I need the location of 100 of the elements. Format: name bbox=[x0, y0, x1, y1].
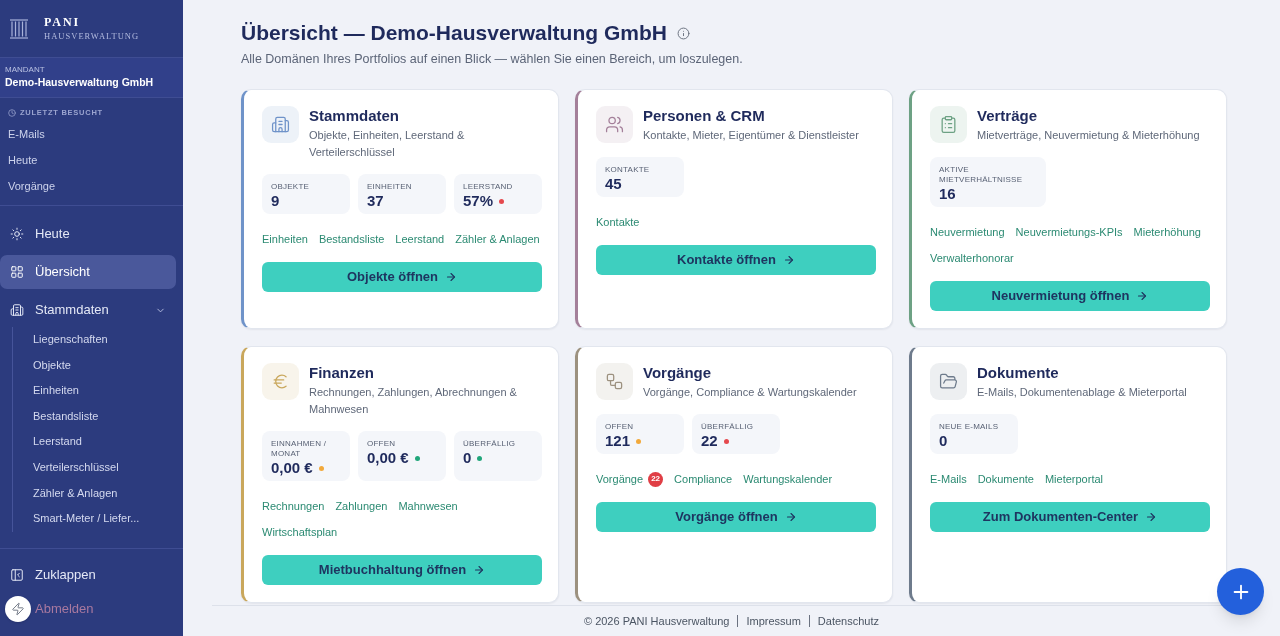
euro-icon bbox=[262, 363, 299, 400]
nav-item[interactable]: Stammdaten bbox=[0, 293, 176, 327]
users-icon bbox=[596, 106, 633, 143]
quick-link[interactable]: Leerstand bbox=[395, 226, 445, 252]
quick-link[interactable]: Wirtschaftsplan bbox=[262, 519, 338, 545]
nav-subitem[interactable]: Einheiten bbox=[23, 378, 89, 404]
open-button[interactable]: Mietbuchhaltung öffnen bbox=[262, 555, 542, 585]
stat-value: 0 bbox=[463, 449, 472, 467]
arrow-right-icon bbox=[1145, 511, 1158, 523]
open-button[interactable]: Kontakte öffnen bbox=[596, 245, 876, 275]
card-title: Vorgänge bbox=[643, 363, 713, 383]
open-button[interactable]: Objekte öffnen bbox=[262, 262, 542, 292]
info-icon[interactable] bbox=[676, 26, 690, 40]
logo-wordmark: PANI bbox=[44, 15, 82, 29]
quick-link[interactable]: Mahnwesen bbox=[398, 493, 458, 519]
arrow-right-icon bbox=[445, 271, 457, 283]
recent-link[interactable]: E-Mails bbox=[0, 121, 183, 147]
recent-link[interactable]: Vorgänge bbox=[0, 173, 183, 199]
quick-link[interactable]: Dokumente bbox=[977, 466, 1034, 492]
stat-label: LEERSTAND bbox=[463, 182, 514, 192]
nav-subitem[interactable]: Smart-Meter / Liefer... bbox=[23, 506, 150, 532]
nav-subitem[interactable]: Bestandsliste bbox=[23, 403, 109, 430]
quick-link[interactable]: Zähler & Anlagen bbox=[455, 226, 540, 252]
quick-link[interactable]: Bestandsliste bbox=[318, 226, 385, 252]
quick-link[interactable]: Wartungskalender bbox=[743, 466, 833, 492]
nav-subitem[interactable]: Liegenschaften bbox=[23, 327, 118, 353]
client-name: Demo-Hausverwaltung GmbH bbox=[5, 75, 155, 89]
clock-icon bbox=[8, 109, 16, 117]
building-icon bbox=[10, 303, 24, 317]
quick-link[interactable]: E-Mails bbox=[930, 466, 967, 492]
nav-subitem[interactable]: Leerstand bbox=[23, 429, 92, 455]
stat-label: OBJEKTE bbox=[271, 182, 311, 192]
quick-link[interactable]: Kontakte bbox=[596, 209, 640, 235]
quick-link[interactable]: Mieterportal bbox=[1044, 466, 1103, 492]
nav-subitem[interactable]: Zähler & Anlagen bbox=[23, 480, 128, 507]
card-description: Rechnungen, Zahlungen, Abrechnungen & Mahnwesen bbox=[309, 385, 518, 417]
stat-value: 0 bbox=[939, 432, 948, 450]
quick-link[interactable]: Verwalterhonorar bbox=[930, 245, 1014, 271]
stat-value: 0,00 € bbox=[367, 449, 409, 467]
card-title: Verträge bbox=[977, 106, 1039, 126]
quick-link[interactable]: Compliance bbox=[674, 466, 733, 492]
quick-link[interactable]: Zahlungen bbox=[335, 493, 388, 519]
card-description: Kontakte, Mieter, Eigentümer & Dienstleister bbox=[643, 128, 859, 143]
open-button[interactable]: Neuvermietung öffnen bbox=[930, 281, 1210, 311]
stat-label: EINNAHMEN / MONAT bbox=[271, 439, 328, 459]
quick-link[interactable]: Mieterhöhung bbox=[1133, 219, 1201, 245]
open-button[interactable]: Zum Dokumenten-Center bbox=[930, 502, 1210, 532]
stat-value: 37 bbox=[367, 192, 384, 210]
page-title: Übersicht — Demo-Hausverwaltung GmbH bbox=[241, 20, 667, 46]
collapse-button[interactable]: Zuklappen bbox=[0, 558, 183, 592]
client-label: MANDANT bbox=[5, 64, 46, 75]
logo-tagline: HAUSVERWALTUNG bbox=[44, 30, 140, 42]
folder-icon bbox=[930, 363, 967, 400]
quick-link[interactable]: Neuvermietung bbox=[930, 219, 1005, 245]
clipboard-icon bbox=[930, 106, 967, 143]
stat-value: 9 bbox=[271, 192, 280, 210]
stat-label: OFFEN bbox=[367, 439, 397, 449]
stat-value: 45 bbox=[605, 175, 622, 193]
stat-value: 22 bbox=[701, 432, 718, 450]
open-button[interactable]: Vorgänge öffnen bbox=[596, 502, 876, 532]
recent-link[interactable]: Heute bbox=[0, 147, 183, 173]
arrow-right-icon bbox=[784, 511, 797, 523]
stat-value: 16 bbox=[939, 185, 956, 203]
card-description: Vorgänge, Compliance & Wartungskalender bbox=[643, 385, 857, 400]
nav-subitem[interactable]: Verteilerschlüssel bbox=[23, 454, 129, 481]
collapse-sidebar-icon bbox=[10, 568, 24, 582]
stat-value: 0,00 € bbox=[271, 459, 313, 477]
stat-label: EINHEITEN bbox=[367, 182, 413, 192]
nav-subitem[interactable]: Objekte bbox=[23, 352, 81, 379]
card-title: Dokumente bbox=[977, 363, 1060, 383]
stat-label: OFFEN bbox=[605, 422, 635, 432]
page-subtitle: Alle Domänen Ihres Portfolios auf einen Blick — wählen Sie einen Bereich, um loszulegen. bbox=[241, 51, 744, 68]
quick-link[interactable]: Einheiten bbox=[262, 226, 308, 252]
card-description: Objekte, Einheiten, Leerstand & Verteilerschlüssel bbox=[309, 128, 466, 160]
nav-item[interactable]: Heute bbox=[0, 217, 176, 251]
card-description: Mietverträge, Neuvermietung & Mieterhöhung bbox=[977, 128, 1200, 143]
quick-link[interactable]: Neuvermietungs-KPIs bbox=[1015, 219, 1123, 245]
stat-value: 57% bbox=[463, 192, 494, 210]
card-title: Stammdaten bbox=[309, 106, 401, 126]
count-badge: 22 bbox=[648, 471, 664, 487]
card-description: E-Mails, Dokumentenablage & Mieterportal bbox=[977, 385, 1187, 400]
stat-label: NEUE E-MAILS bbox=[939, 422, 1000, 432]
columns-logo-icon bbox=[10, 18, 28, 39]
add-button[interactable] bbox=[1217, 568, 1264, 615]
grid-icon bbox=[10, 265, 24, 279]
stat-value: 121 bbox=[605, 432, 631, 450]
card-title: Finanzen bbox=[309, 363, 375, 383]
quick-link[interactable]: Vorgänge 22 bbox=[596, 466, 664, 492]
card-title: Personen & CRM bbox=[643, 106, 766, 126]
stat-label: KONTAKTE bbox=[605, 165, 651, 175]
stat-label: ÜBERFÄLLIG bbox=[701, 422, 755, 432]
footer-link[interactable]: Datenschutz bbox=[817, 612, 879, 630]
sun-icon bbox=[10, 227, 24, 241]
nav-item[interactable]: Übersicht bbox=[0, 255, 176, 289]
footer-link[interactable]: Impressum bbox=[746, 612, 801, 630]
quick-link[interactable]: Rechnungen bbox=[262, 493, 325, 519]
bolt-icon[interactable] bbox=[5, 596, 31, 622]
copyright-text: © 2026 PANI Hausverwaltung bbox=[583, 613, 730, 629]
stat-label: AKTIVE MIETVERHÄLTNISSE bbox=[939, 165, 1024, 185]
building-icon bbox=[262, 106, 299, 143]
